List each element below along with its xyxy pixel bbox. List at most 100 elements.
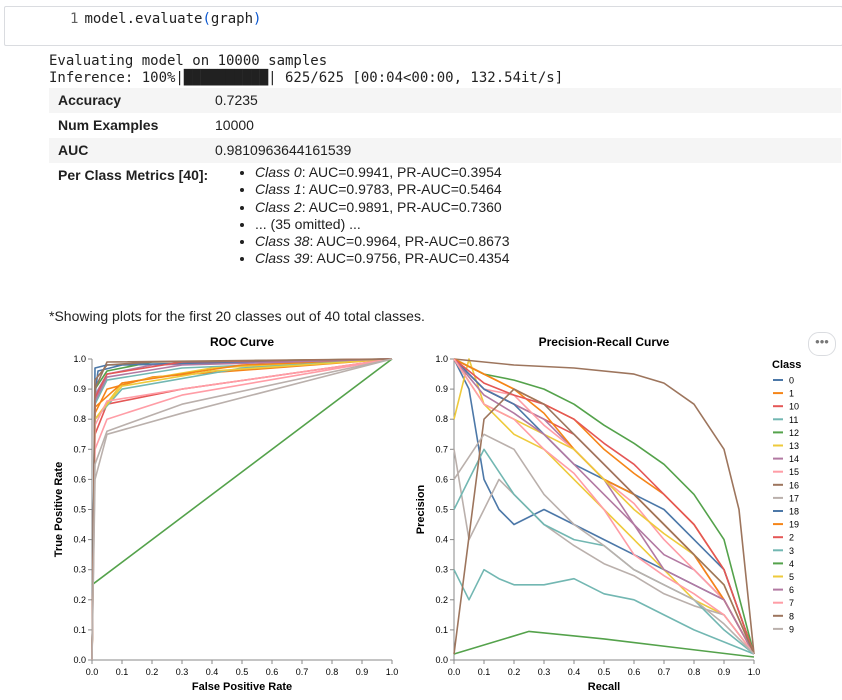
list-item: Class 0: AUC=0.9941, PR-AUC=0.3954 bbox=[255, 164, 509, 181]
series-line-15 bbox=[91, 358, 393, 661]
y-tick-label: 0.6 bbox=[73, 474, 86, 484]
x-tick-label: 0.7 bbox=[296, 667, 309, 677]
y-tick-label: 0.2 bbox=[73, 595, 86, 605]
metric-key: Num Examples bbox=[58, 117, 159, 133]
y-axis-label: Precision bbox=[415, 484, 427, 534]
x-tick-label: 0.8 bbox=[688, 667, 701, 677]
list-item: Class 39: AUC=0.9756, PR-AUC=0.4354 bbox=[255, 250, 509, 267]
legend: Class 0 1 10 11 12 13 14 15 16 17 18 19 2 3 4 5 6 7 8 9 bbox=[772, 359, 801, 634]
y-tick-label: 0.7 bbox=[435, 444, 448, 454]
metric-row: AUC 0.9810963644161539 bbox=[49, 138, 841, 163]
list-item: Class 38: AUC=0.9964, PR-AUC=0.8673 bbox=[255, 233, 509, 250]
legend-label: 0 bbox=[789, 376, 794, 386]
y-tick-label: 0.4 bbox=[435, 535, 448, 545]
y-tick-label: 0.1 bbox=[73, 625, 86, 635]
legend-label: 18 bbox=[789, 507, 799, 517]
series-line-10 bbox=[91, 358, 393, 661]
series-line-18 bbox=[91, 358, 393, 661]
chart-title: ROC Curve bbox=[210, 335, 274, 349]
legend-label: 16 bbox=[789, 480, 799, 490]
code-paren-open: ( bbox=[202, 11, 211, 27]
legend-label: 3 bbox=[789, 546, 794, 556]
stdout-line-1: Evaluating model on 10000 samples bbox=[49, 53, 328, 69]
metric-key: Accuracy bbox=[58, 92, 122, 108]
y-tick-label: 0.5 bbox=[73, 505, 86, 515]
y-tick-label: 0.7 bbox=[73, 444, 86, 454]
legend-label: 6 bbox=[789, 585, 794, 595]
series-line-11 bbox=[91, 358, 393, 661]
metric-row: Num Examples 10000 bbox=[49, 113, 841, 138]
metrics-table: Accuracy 0.7235 Num Examples 10000 AUC 0.98… bbox=[49, 88, 841, 283]
legend-label: 13 bbox=[789, 441, 799, 451]
stdout-line-2: Inference: 100%|██████████| 625/625 [00:… bbox=[49, 70, 564, 86]
legend-label: 7 bbox=[789, 598, 794, 608]
series-line-0 bbox=[91, 358, 393, 661]
legend-label: 5 bbox=[789, 572, 794, 582]
x-tick-label: 0.3 bbox=[538, 667, 551, 677]
x-tick-label: 0.6 bbox=[266, 667, 279, 677]
stdout-output: Evaluating model on 10000 samples Inferen… bbox=[49, 53, 563, 87]
x-tick-label: 1.0 bbox=[748, 667, 761, 677]
legend-label: 17 bbox=[789, 493, 799, 503]
charts: ROC Curve 0.0 0.1 0.2 0.3 0.4 0.5 0.6 0.7 0.8 0.9 1… bbox=[53, 335, 801, 693]
series-line-9 bbox=[453, 433, 755, 655]
series-line-16 bbox=[91, 358, 393, 661]
series-line-1 bbox=[91, 358, 393, 661]
code-function: model.evaluate bbox=[84, 11, 203, 27]
y-tick-label: 1.0 bbox=[73, 354, 86, 364]
x-axis-label: Recall bbox=[588, 681, 620, 693]
legend-label: 14 bbox=[789, 454, 799, 464]
series-line-17 bbox=[91, 358, 393, 661]
x-tick-label: 0.8 bbox=[326, 667, 339, 677]
metric-key: AUC bbox=[58, 142, 89, 158]
x-tick-label: 0.5 bbox=[236, 667, 249, 677]
x-tick-label: 0.0 bbox=[86, 667, 99, 677]
per-class-key: Per Class Metrics [40]: bbox=[58, 167, 209, 183]
metric-value: 0.7235 bbox=[215, 92, 258, 108]
pr-chart: Precision-Recall Curve 0.0 0.1 0.2 0.3 0.4 0.5… bbox=[415, 335, 760, 693]
line-number: 1 bbox=[70, 11, 79, 27]
series-line-8 bbox=[91, 358, 393, 661]
legend-label: 4 bbox=[789, 559, 794, 569]
list-item: ... (35 omitted) ... bbox=[255, 216, 509, 233]
code-argument: graph bbox=[210, 11, 254, 27]
x-tick-label: 0.9 bbox=[356, 667, 369, 677]
series-line-4 bbox=[91, 358, 393, 586]
series-line-7 bbox=[91, 358, 393, 661]
series-line-2 bbox=[91, 358, 393, 661]
chart-title: Precision-Recall Curve bbox=[539, 335, 670, 349]
y-tick-label: 0.4 bbox=[73, 535, 86, 545]
legend-label: 11 bbox=[789, 415, 798, 425]
x-tick-label: 0.0 bbox=[448, 667, 461, 677]
x-tick-label: 0.9 bbox=[718, 667, 731, 677]
y-tick-label: 0.3 bbox=[73, 565, 86, 575]
legend-label: 1 bbox=[789, 389, 794, 399]
series-line-6 bbox=[91, 358, 393, 661]
series-line-13 bbox=[91, 358, 393, 661]
x-axis-label: False Positive Rate bbox=[192, 681, 292, 693]
legend-label: 8 bbox=[789, 611, 794, 621]
series-line-14 bbox=[91, 358, 393, 661]
x-tick-label: 0.2 bbox=[508, 667, 521, 677]
legend-label: 9 bbox=[789, 624, 794, 634]
y-tick-label: 0.0 bbox=[73, 655, 86, 665]
metric-value: 10000 bbox=[215, 117, 254, 133]
metric-row: Accuracy 0.7235 bbox=[49, 88, 841, 113]
legend-label: 15 bbox=[789, 467, 799, 477]
plot-note: *Showing plots for the first 20 classes … bbox=[49, 308, 425, 324]
x-tick-label: 0.2 bbox=[146, 667, 159, 677]
series-line-12 bbox=[91, 358, 393, 661]
x-tick-label: 0.7 bbox=[658, 667, 671, 677]
x-tick-label: 0.1 bbox=[116, 667, 129, 677]
roc-chart: ROC Curve 0.0 0.1 0.2 0.3 0.4 0.5 0.6 0.7 0.8 0.9 1… bbox=[53, 335, 398, 693]
x-tick-label: 0.1 bbox=[478, 667, 491, 677]
y-axis-label: True Positive Rate bbox=[53, 462, 65, 557]
y-tick-label: 0.0 bbox=[435, 655, 448, 665]
y-tick-label: 0.2 bbox=[435, 595, 448, 605]
x-tick-label: 0.3 bbox=[176, 667, 189, 677]
y-tick-label: 0.5 bbox=[435, 505, 448, 515]
legend-title: Class bbox=[772, 359, 801, 371]
y-tick-label: 0.1 bbox=[435, 625, 448, 635]
code-input[interactable]: 1 model.evaluate(graph) bbox=[70, 11, 261, 27]
legend-label: 2 bbox=[789, 533, 794, 543]
